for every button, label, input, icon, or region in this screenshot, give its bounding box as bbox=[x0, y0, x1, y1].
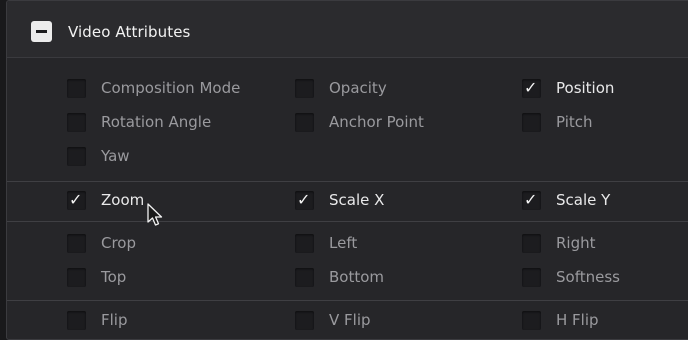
zoom-checkbox[interactable]: ✓ bbox=[67, 189, 86, 210]
bottom-checkbox[interactable] bbox=[295, 267, 314, 287]
position-label: Position bbox=[556, 79, 615, 97]
attribute-yaw[interactable]: Yaw bbox=[67, 145, 130, 167]
section-divider bbox=[7, 221, 688, 222]
rotation-angle-label: Rotation Angle bbox=[101, 113, 212, 131]
pitch-checkbox[interactable] bbox=[522, 112, 541, 132]
crop-checkbox[interactable] bbox=[67, 233, 86, 253]
attribute-softness[interactable]: Softness bbox=[522, 266, 620, 288]
attribute-pitch[interactable]: Pitch bbox=[522, 111, 593, 133]
checkmark-icon: ✓ bbox=[524, 77, 538, 97]
flip-label: Flip bbox=[101, 311, 128, 329]
pitch-label: Pitch bbox=[556, 113, 593, 131]
section-divider bbox=[7, 181, 688, 182]
h-flip-checkbox[interactable] bbox=[522, 310, 541, 330]
collapse-button[interactable] bbox=[31, 21, 52, 42]
checkmark-icon: ✓ bbox=[69, 189, 83, 209]
minus-icon bbox=[36, 30, 47, 33]
attribute-crop[interactable]: Crop bbox=[67, 232, 136, 254]
mouse-pointer-icon bbox=[147, 203, 163, 226]
right-label: Right bbox=[556, 234, 596, 252]
video-attributes-panel: Video Attributes Composition Mode Opacit… bbox=[6, 0, 688, 340]
left-checkbox[interactable] bbox=[295, 233, 314, 253]
attribute-rotation-angle[interactable]: Rotation Angle bbox=[67, 111, 211, 133]
yaw-label: Yaw bbox=[101, 147, 130, 165]
position-checkbox[interactable]: ✓ bbox=[522, 77, 541, 98]
softness-label: Softness bbox=[556, 268, 620, 286]
scale-y-checkbox[interactable]: ✓ bbox=[522, 189, 541, 210]
bottom-label: Bottom bbox=[329, 268, 385, 286]
attribute-flip[interactable]: Flip bbox=[67, 309, 127, 331]
flip-checkbox[interactable] bbox=[67, 310, 86, 330]
h-flip-label: H Flip bbox=[556, 311, 599, 329]
attribute-left[interactable]: Left bbox=[295, 232, 357, 254]
attribute-h-flip[interactable]: H Flip bbox=[522, 309, 599, 331]
yaw-checkbox[interactable] bbox=[67, 146, 86, 166]
panel-title: Video Attributes bbox=[68, 23, 191, 41]
softness-checkbox[interactable] bbox=[522, 267, 541, 287]
zoom-label: Zoom bbox=[101, 191, 145, 209]
opacity-checkbox[interactable] bbox=[295, 78, 314, 98]
top-checkbox[interactable] bbox=[67, 267, 86, 287]
crop-label: Crop bbox=[101, 234, 137, 252]
v-flip-label: V Flip bbox=[329, 311, 371, 329]
rotation-angle-checkbox[interactable] bbox=[67, 112, 86, 132]
checkmark-icon: ✓ bbox=[297, 189, 311, 209]
attribute-anchor-point[interactable]: Anchor Point bbox=[295, 111, 424, 133]
attribute-bottom[interactable]: Bottom bbox=[295, 266, 384, 288]
scale-x-checkbox[interactable]: ✓ bbox=[295, 189, 314, 210]
section-divider bbox=[7, 300, 688, 301]
attribute-zoom[interactable]: ✓ Zoom bbox=[67, 189, 144, 211]
scale-x-label: Scale X bbox=[329, 191, 385, 209]
opacity-label: Opacity bbox=[329, 79, 387, 97]
checkmark-icon: ✓ bbox=[524, 189, 538, 209]
attribute-scale-y[interactable]: ✓ Scale Y bbox=[522, 189, 610, 211]
attribute-top[interactable]: Top bbox=[67, 266, 126, 288]
attribute-v-flip[interactable]: V Flip bbox=[295, 309, 371, 331]
anchor-point-label: Anchor Point bbox=[329, 113, 424, 131]
top-label: Top bbox=[101, 268, 127, 286]
v-flip-checkbox[interactable] bbox=[295, 310, 314, 330]
anchor-point-checkbox[interactable] bbox=[295, 112, 314, 132]
attribute-opacity[interactable]: Opacity bbox=[295, 77, 387, 99]
attribute-position[interactable]: ✓ Position bbox=[522, 77, 614, 99]
right-checkbox[interactable] bbox=[522, 233, 541, 253]
attribute-right[interactable]: Right bbox=[522, 232, 596, 254]
attribute-scale-x[interactable]: ✓ Scale X bbox=[295, 189, 384, 211]
attribute-composition-mode[interactable]: Composition Mode bbox=[67, 77, 240, 99]
composition-mode-checkbox[interactable] bbox=[67, 78, 86, 98]
scale-y-label: Scale Y bbox=[556, 191, 611, 209]
composition-mode-label: Composition Mode bbox=[101, 79, 241, 97]
panel-header[interactable]: Video Attributes bbox=[7, 1, 688, 58]
left-label: Left bbox=[329, 234, 358, 252]
